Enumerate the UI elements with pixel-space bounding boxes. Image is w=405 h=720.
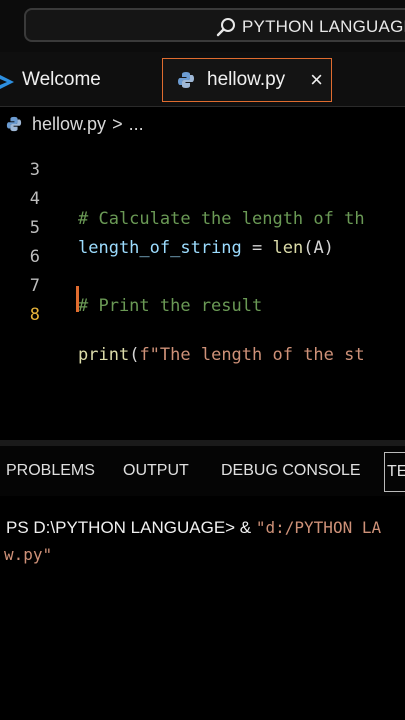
tab-terminal[interactable]: TE xyxy=(384,452,405,492)
search-text: PYTHON LANGUAGE xyxy=(242,17,405,36)
search-icon xyxy=(216,18,235,37)
code-line: 3 xyxy=(0,140,405,180)
tab-output[interactable]: OUTPUT xyxy=(123,462,189,480)
vscode-logo-icon xyxy=(0,75,14,89)
code-line-active: 8 print(f"The length of the st xyxy=(0,285,405,365)
line-number-active: 8 xyxy=(29,305,40,325)
terminal-prompt: PS D:\PYTHON LANGUAGE> & xyxy=(6,518,256,537)
code-line: 6 xyxy=(0,227,405,267)
code-string: f"The length of the st xyxy=(139,345,365,365)
terminal-command: w.py" xyxy=(4,545,53,564)
python-file-icon xyxy=(178,72,194,88)
text-cursor xyxy=(76,286,79,312)
code-paren: ( xyxy=(129,345,140,365)
tab-label: Welcome xyxy=(22,69,101,90)
tab-welcome[interactable]: Welcome xyxy=(0,58,150,102)
title-bar: PYTHON LANGUAGE xyxy=(0,0,405,52)
panel-tab-bar: PROBLEMS OUTPUT DEBUG CONSOLE TE xyxy=(0,446,405,496)
code-line: 5 length_of_string = len(A) xyxy=(0,198,405,258)
terminal-line: w.py" xyxy=(4,545,52,564)
code-function: print xyxy=(78,345,130,365)
close-icon[interactable]: × xyxy=(310,69,323,91)
terminal-command: "d:/PYTHON LA xyxy=(255,518,382,537)
tab-label: hellow.py xyxy=(207,69,286,90)
code-content: print(f"The length of the st xyxy=(78,345,365,365)
command-center-search[interactable]: PYTHON LANGUAGE xyxy=(24,8,405,42)
terminal[interactable]: PS D:\PYTHON LANGUAGE> & "d:/PYTHON LA w… xyxy=(0,496,405,720)
breadcrumb: hellow.py > ... xyxy=(0,108,405,140)
breadcrumb-file[interactable]: hellow.py xyxy=(32,114,106,135)
code-editor[interactable]: 3 4 # Calculate the length of th 5 lengt… xyxy=(0,140,405,440)
code-line: 4 # Calculate the length of th xyxy=(0,169,405,229)
editor-tab-bar: Welcome hellow.py × xyxy=(0,52,405,107)
breadcrumb-more[interactable]: ... xyxy=(129,114,144,135)
tab-debug-console[interactable]: DEBUG CONSOLE xyxy=(221,462,361,480)
breadcrumb-separator: > xyxy=(112,113,123,134)
tab-hellow-py[interactable]: hellow.py × xyxy=(162,58,332,102)
python-file-icon xyxy=(6,116,22,132)
terminal-line: PS D:\PYTHON LANGUAGE> & "d:/PYTHON LA xyxy=(6,518,381,538)
tab-problems[interactable]: PROBLEMS xyxy=(6,462,95,480)
code-line: 7 # Print the result xyxy=(0,256,405,316)
